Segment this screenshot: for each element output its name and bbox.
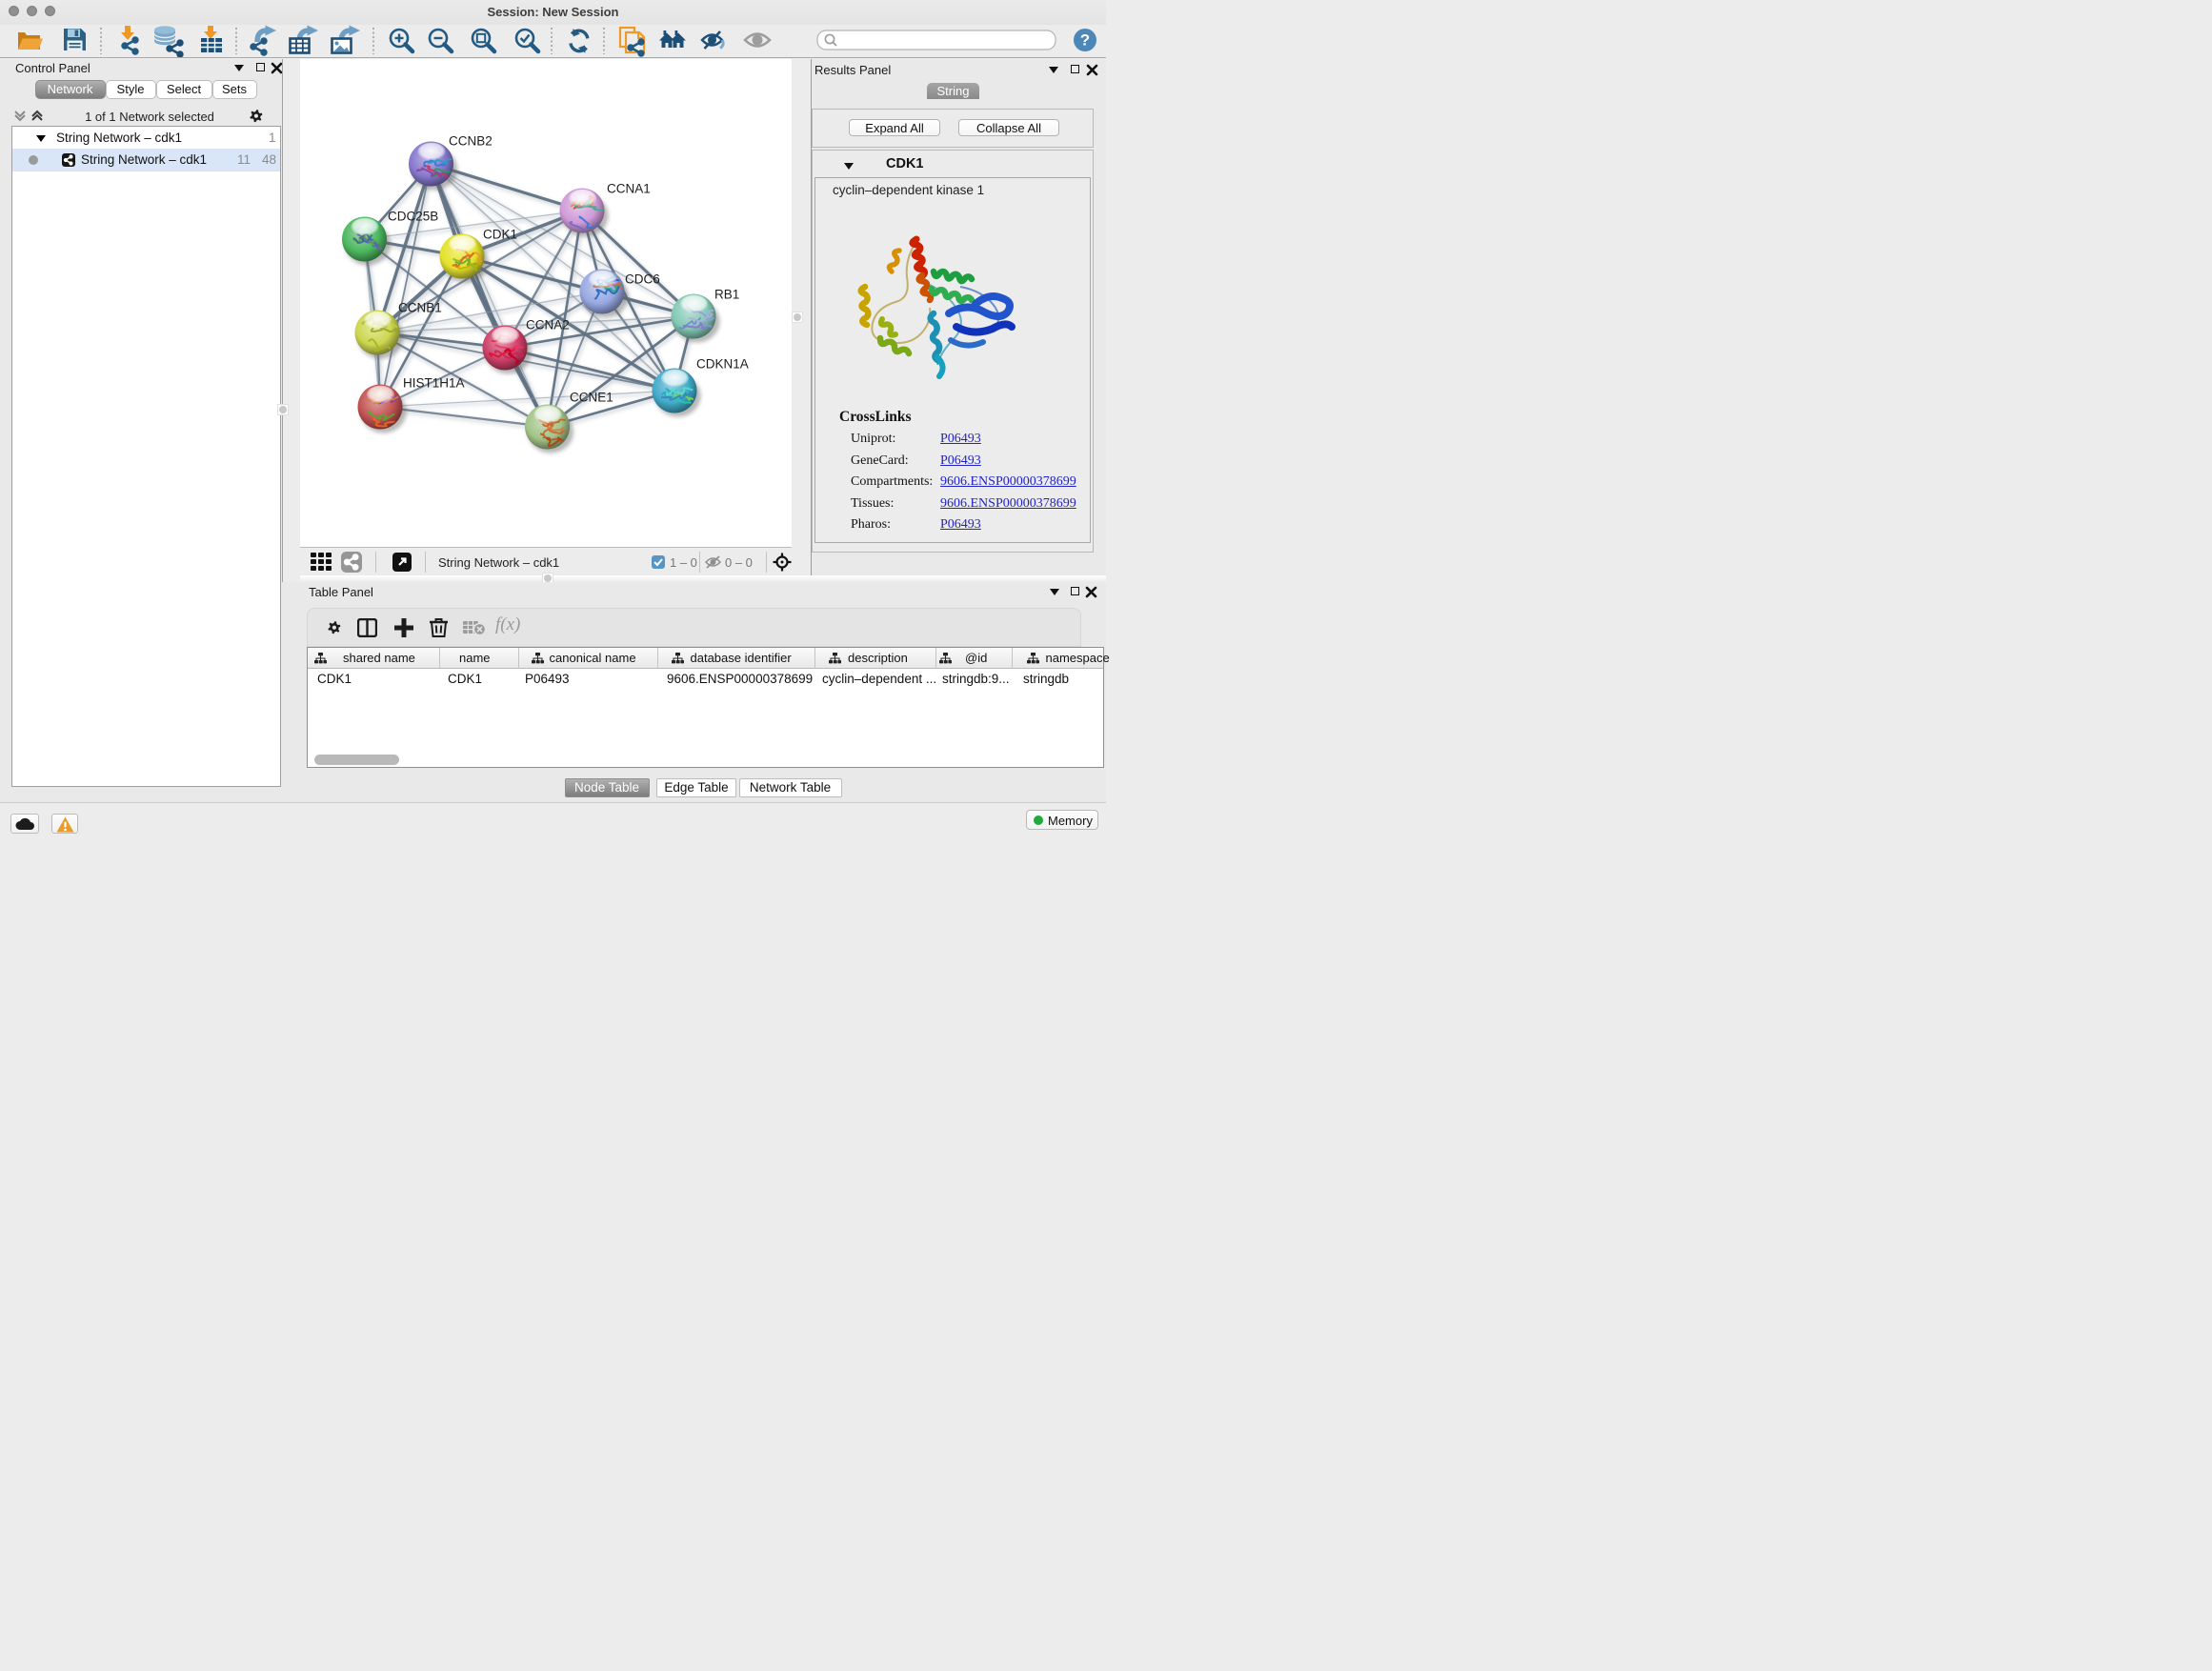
- svg-text:CDC6: CDC6: [625, 272, 660, 287]
- svg-text:CCNA1: CCNA1: [607, 182, 651, 196]
- svg-text:CCNB2: CCNB2: [449, 134, 493, 149]
- svg-text:CDK1: CDK1: [483, 228, 517, 242]
- svg-text:RB1: RB1: [714, 288, 739, 302]
- svg-text:CDKN1A: CDKN1A: [696, 357, 749, 372]
- svg-text:CDC25B: CDC25B: [388, 210, 438, 224]
- svg-text:?: ?: [1080, 31, 1090, 50]
- svg-text:HIST1H1A: HIST1H1A: [403, 376, 465, 391]
- svg-text:CCNA2: CCNA2: [526, 318, 570, 332]
- svg-text:CCNE1: CCNE1: [570, 391, 613, 405]
- svg-text:CCNB1: CCNB1: [398, 301, 442, 315]
